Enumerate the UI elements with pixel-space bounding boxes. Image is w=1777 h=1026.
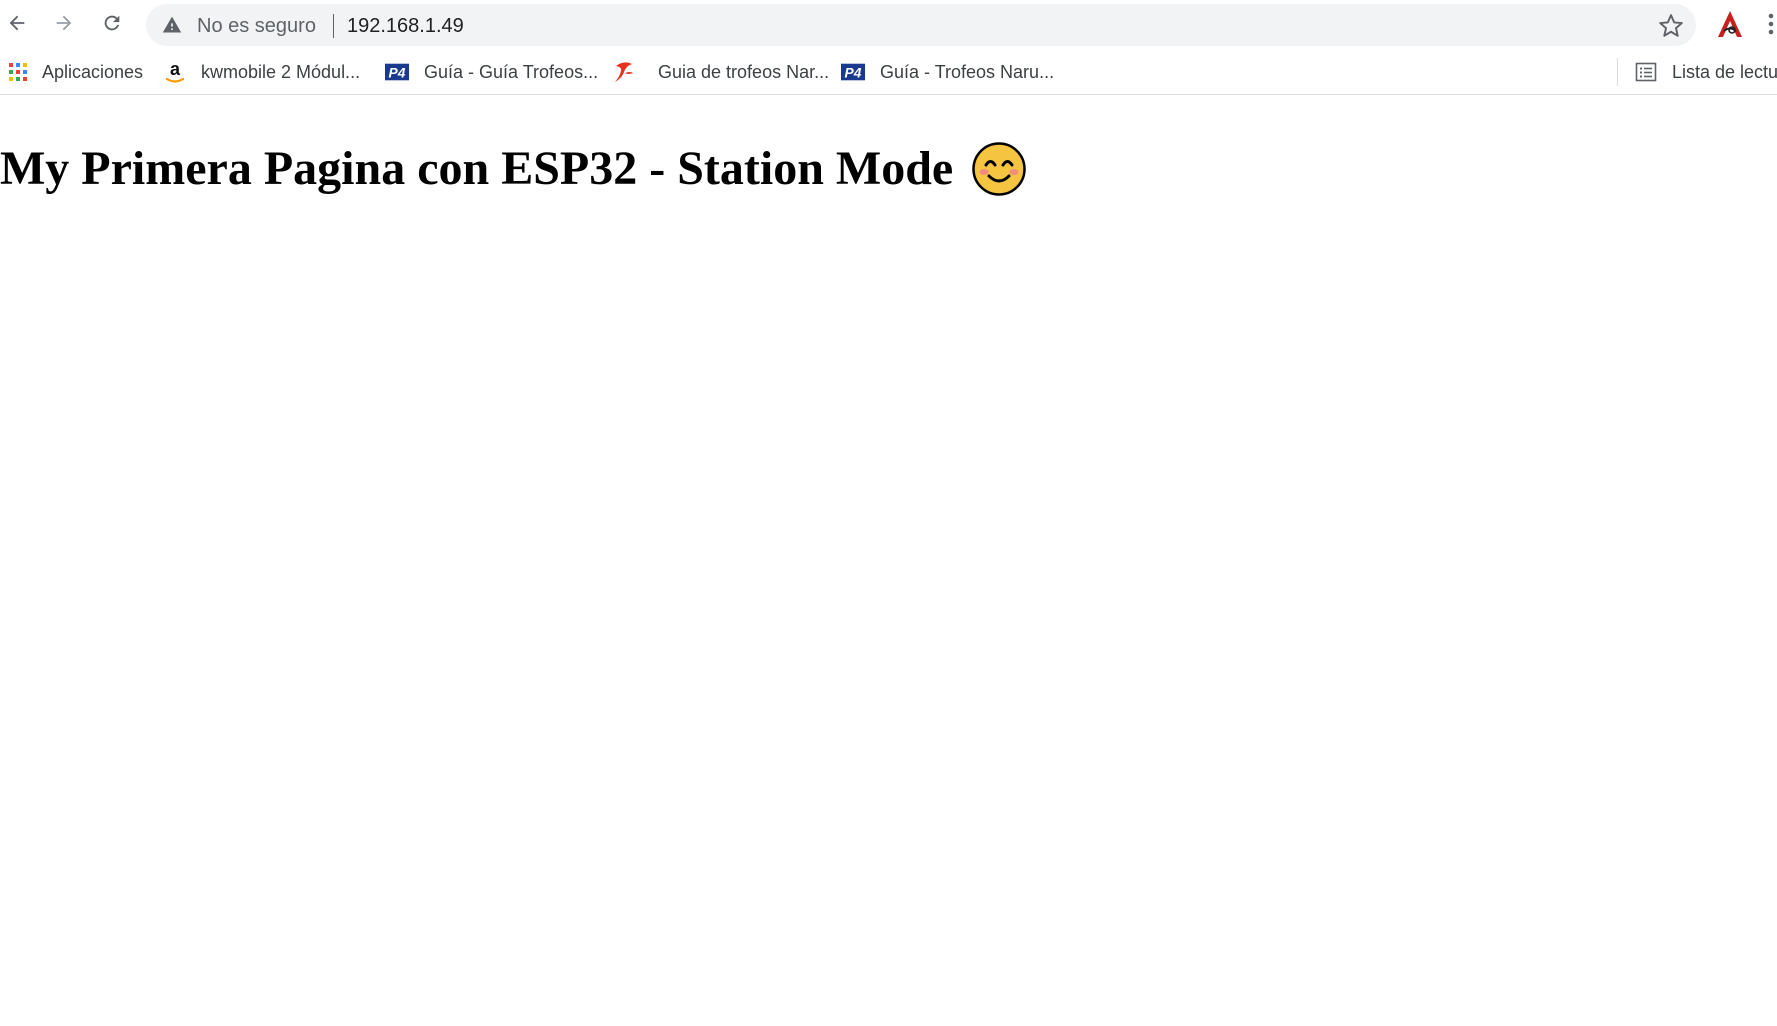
bookmark-label: Guía - Trofeos Naru... bbox=[880, 62, 1055, 82]
reload-icon bbox=[104, 15, 120, 31]
url-text[interactable]: 192.168.1.49 bbox=[347, 15, 464, 37]
forward-button[interactable] bbox=[48, 7, 80, 39]
smiling-face-icon bbox=[972, 142, 1026, 196]
back-button[interactable] bbox=[1, 7, 33, 39]
svg-text:P4: P4 bbox=[389, 65, 406, 81]
omnibox-divider bbox=[333, 14, 334, 38]
svg-text:a: a bbox=[170, 60, 181, 79]
security-status-text[interactable]: No es seguro bbox=[197, 15, 316, 37]
p4-icon: P4 bbox=[385, 60, 409, 84]
bookmark-kwmobile[interactable]: a kwmobile 2 Módul... bbox=[163, 58, 360, 86]
red-a-extension-icon[interactable] bbox=[1714, 8, 1746, 40]
bookmark-apps[interactable]: Aplicaciones bbox=[6, 58, 143, 86]
page-title: My Primera Pagina con ESP32 - Station Mo… bbox=[0, 142, 954, 195]
bookmark-label: Aplicaciones bbox=[42, 62, 144, 82]
browser-toolbar: No es seguro 192.168.1.49 bbox=[0, 0, 1777, 46]
bookmark-guia-trofeos-nar[interactable]: Guia de trofeos Nar... bbox=[612, 58, 829, 86]
kebab-menu-icon[interactable] bbox=[1766, 10, 1777, 38]
reload-button[interactable] bbox=[96, 7, 128, 39]
address-bar[interactable]: No es seguro 192.168.1.49 bbox=[146, 4, 1696, 46]
bookmark-label: Guía - Guía Trofeos... bbox=[424, 62, 599, 82]
arrow-right-icon bbox=[56, 15, 72, 31]
bookmark-guia-trofeos-naru[interactable]: P4 Guía - Trofeos Naru... bbox=[841, 58, 1054, 86]
page-content: My Primera Pagina con ESP32 - Station Mo… bbox=[0, 130, 1777, 208]
star-outline-icon[interactable] bbox=[1658, 13, 1684, 39]
reading-list-icon bbox=[1634, 60, 1658, 84]
reading-list-button[interactable]: Lista de lectura bbox=[1634, 58, 1777, 86]
arrow-left-icon bbox=[9, 15, 25, 31]
bookmark-label: kwmobile 2 Módul... bbox=[201, 62, 361, 82]
warning-triangle-icon[interactable] bbox=[162, 15, 182, 35]
reading-list-label: Lista de lectura bbox=[1672, 62, 1777, 82]
p4-icon: P4 bbox=[841, 60, 865, 84]
svg-text:P4: P4 bbox=[845, 65, 862, 81]
swirl-red-icon bbox=[612, 60, 636, 84]
apps-grid-icon bbox=[6, 60, 30, 84]
bookmark-label: Guia de trofeos Nar... bbox=[658, 62, 830, 82]
amazon-icon: a bbox=[163, 60, 187, 84]
page-heading: My Primera Pagina con ESP32 - Station Mo… bbox=[0, 130, 1777, 208]
bookmark-guia-trofeos-1[interactable]: P4 Guía - Guía Trofeos... bbox=[385, 58, 598, 86]
bookmarks-separator bbox=[1617, 58, 1618, 86]
bookmarks-bar: Aplicaciones a kwmobile 2 Módul... P4 Gu… bbox=[0, 50, 1777, 95]
